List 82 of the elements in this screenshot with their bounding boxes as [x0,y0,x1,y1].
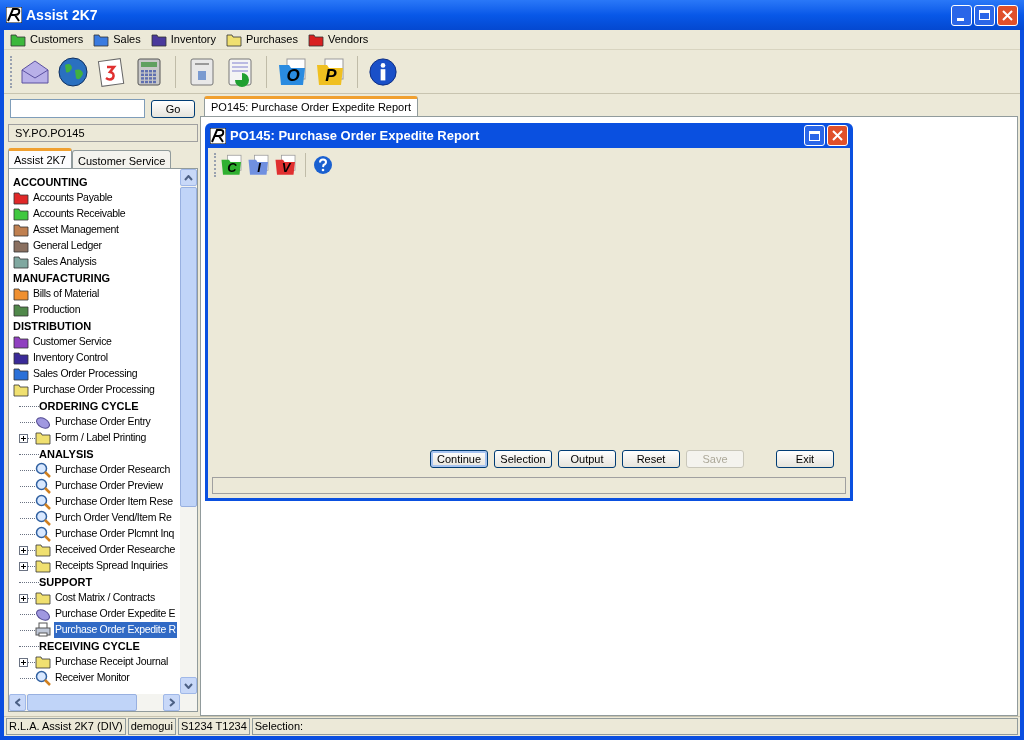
dialog-button[interactable]: Exit [776,450,834,468]
dialog-button[interactable]: Selection [494,450,552,468]
dialog-button[interactable]: Continue [430,450,488,468]
tree-item[interactable]: Accounts Payable [32,190,114,206]
dialog-title: PO145: Purchase Order Expedite Report [230,126,480,145]
help-icon[interactable] [313,155,333,175]
menu-item[interactable]: Customers [30,31,84,48]
tree-item[interactable]: Purchase Receipt Journal [54,654,170,670]
side-tab[interactable]: Customer Service [71,150,172,168]
form-icon [35,414,51,430]
menu-item[interactable]: Vendors [327,31,369,48]
window-title: Assist 2K7 [26,5,98,25]
tree-item[interactable]: Cost Matrix / Contracts [54,590,156,606]
tree-item[interactable]: Purchase Order Preview [54,478,164,494]
side-tab[interactable]: Assist 2K7 [8,148,72,168]
close-button[interactable] [997,4,1018,26]
vertical-scrollbar[interactable] [180,169,197,694]
expand-icon[interactable] [19,657,28,667]
tree-section-heading: RECEIVING CYCLE [39,638,140,654]
search-field[interactable] [10,99,145,118]
maximize-button[interactable] [804,125,825,146]
status-field: Selection: [251,718,1018,735]
magnifier-icon [35,670,51,686]
tree-item[interactable]: Customer Service [32,334,113,350]
tree-item[interactable]: Purch Order Vend/Item Re [54,510,173,526]
tree-item[interactable]: Purchase Order Item Rese [54,494,174,510]
go-button[interactable]: Go [151,99,195,118]
status-field: S1234 T1234 [177,718,250,735]
tree-section-heading: SUPPORT [39,574,93,590]
magnifier-icon [35,478,51,494]
dialog-button[interactable]: Reset [622,450,680,468]
magnifier-icon [35,494,51,510]
expand-icon[interactable] [19,593,28,603]
form-icon [35,606,51,622]
globe-icon[interactable] [57,55,89,88]
tree-item[interactable]: Bills of Material [32,286,101,302]
logo-icon [210,127,226,144]
logo-icon [6,7,22,23]
tree-section-heading: DISTRIBUTION [13,318,92,334]
tree-item[interactable]: Inventory Control [32,350,109,366]
printer-icon [35,622,51,638]
close-icon [832,130,843,141]
magnifier-icon [35,462,51,478]
path-field: SY.PO.PO145 [8,124,198,142]
menu-item[interactable]: Sales [113,31,141,48]
tree-item[interactable]: Receiver Monitor [54,670,131,686]
menu-item[interactable]: Purchases [245,31,298,48]
tree-item[interactable]: Sales Analysis [32,254,98,270]
tree-item[interactable]: Purchase Order Expedite R [54,622,177,638]
tree-section-heading: MANUFACTURING [13,270,111,286]
expand-icon[interactable] [19,561,28,571]
horizontal-scrollbar[interactable] [9,694,197,711]
tree-item[interactable]: Asset Management [32,222,120,238]
tree-item[interactable]: Purchase Order Research [54,462,172,478]
tree-item[interactable]: Accounts Receivable [32,206,127,222]
document-tab[interactable]: PO145: Purchase Order Expedite Report [204,96,418,116]
close-icon [1002,9,1013,21]
tree-item[interactable]: Production [32,302,82,318]
minimize-button[interactable] [951,4,972,26]
tree-section-heading: ACCOUNTING [13,174,88,190]
menu-item[interactable]: Inventory [170,31,216,48]
info-icon[interactable] [368,56,398,87]
dialog-button[interactable]: Output [558,450,616,468]
tree-item[interactable]: Purchase Order Processing [32,382,156,398]
expand-icon[interactable] [19,545,28,555]
tree-item[interactable]: Received Order Researche [54,542,177,558]
tree-item[interactable]: Purchase Order Expedite E [54,606,177,622]
close-button[interactable] [827,125,848,146]
tree-item[interactable]: Sales Order Processing [32,366,139,382]
tree-item[interactable]: Purchase Order Entry [54,414,152,430]
tree-item[interactable]: General Ledger [32,238,103,254]
magnifier-icon [35,510,51,526]
expand-icon[interactable] [19,433,28,443]
status-field: demogui [127,718,176,735]
tree-item[interactable]: Purchase Order Plcmnt Inq [54,526,176,542]
tree-item[interactable]: Receipts Spread Inquiries [54,558,169,574]
magnifier-icon [35,526,51,542]
tree-item[interactable]: Form / Label Printing [54,430,148,446]
tree-section-heading: ANALYSIS [39,446,94,462]
tree-section-heading: ORDERING CYCLE [39,398,139,414]
status-field: R.L.A. Assist 2K7 (DIV) [6,718,126,735]
maximize-button[interactable] [974,4,995,26]
